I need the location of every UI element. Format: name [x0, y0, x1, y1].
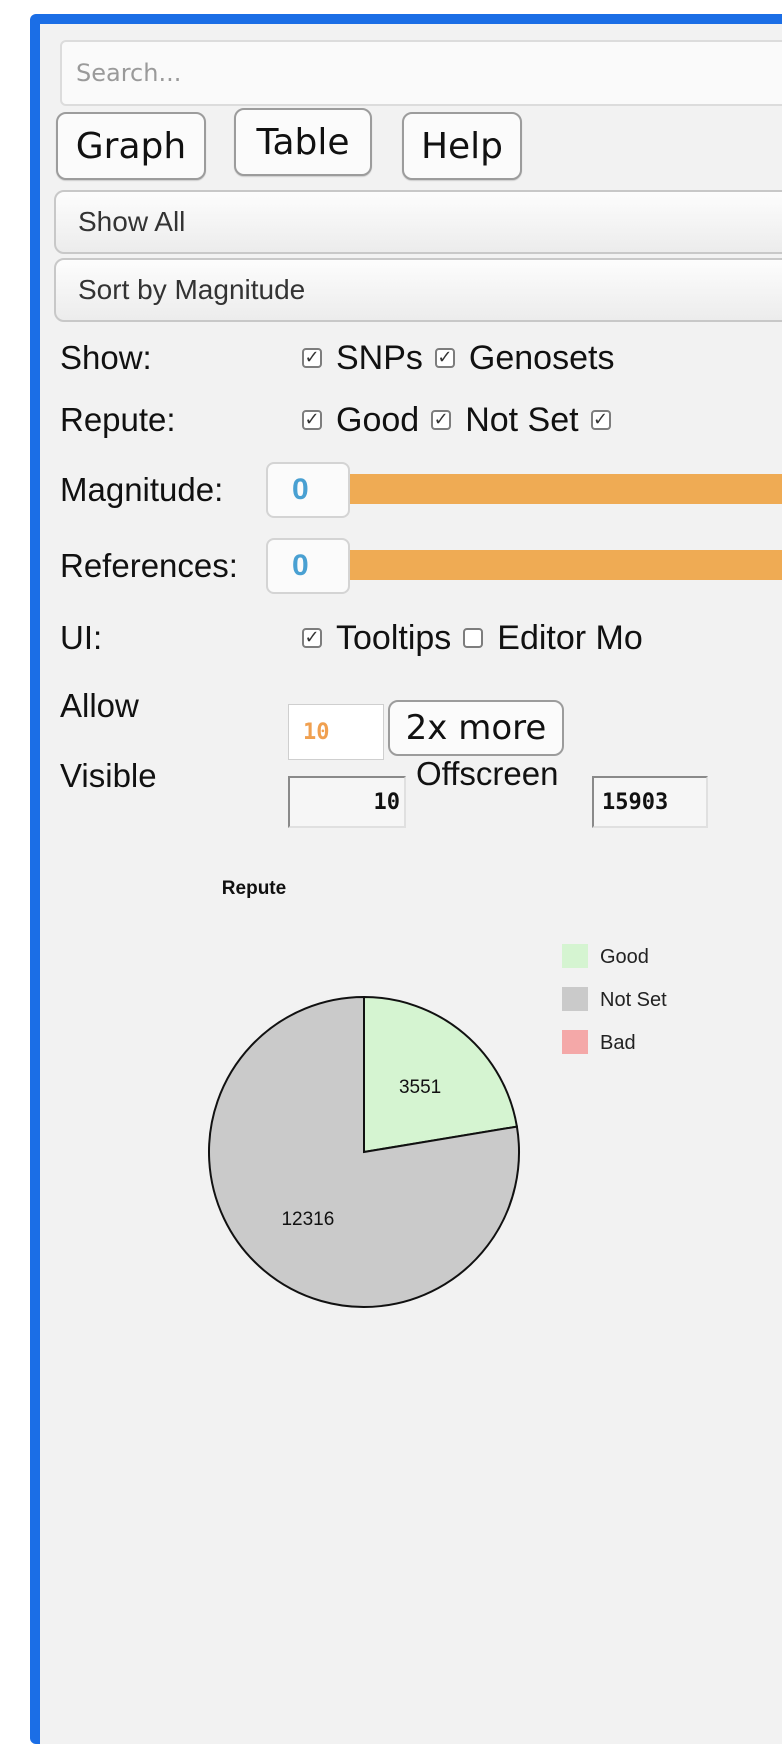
legend-label: Not Set — [600, 989, 667, 1011]
pie-data-label: 3551 — [399, 1077, 441, 1098]
chart-title: Repute — [222, 878, 286, 899]
legend-label: Bad — [600, 1032, 636, 1054]
legend-label: Good — [600, 946, 649, 968]
main-panel: Graph Table Help Show All Sort by Magnit… — [40, 24, 782, 1744]
repute-pie-chart: Repute 3551 12316 Good Not Set Bad — [208, 878, 667, 1308]
pie-data-label: 12316 — [281, 1209, 334, 1230]
legend-swatch — [562, 1030, 588, 1054]
pie-slice-good — [363, 995, 519, 1154]
legend-swatch — [562, 944, 588, 968]
legend-swatch — [562, 987, 588, 1011]
